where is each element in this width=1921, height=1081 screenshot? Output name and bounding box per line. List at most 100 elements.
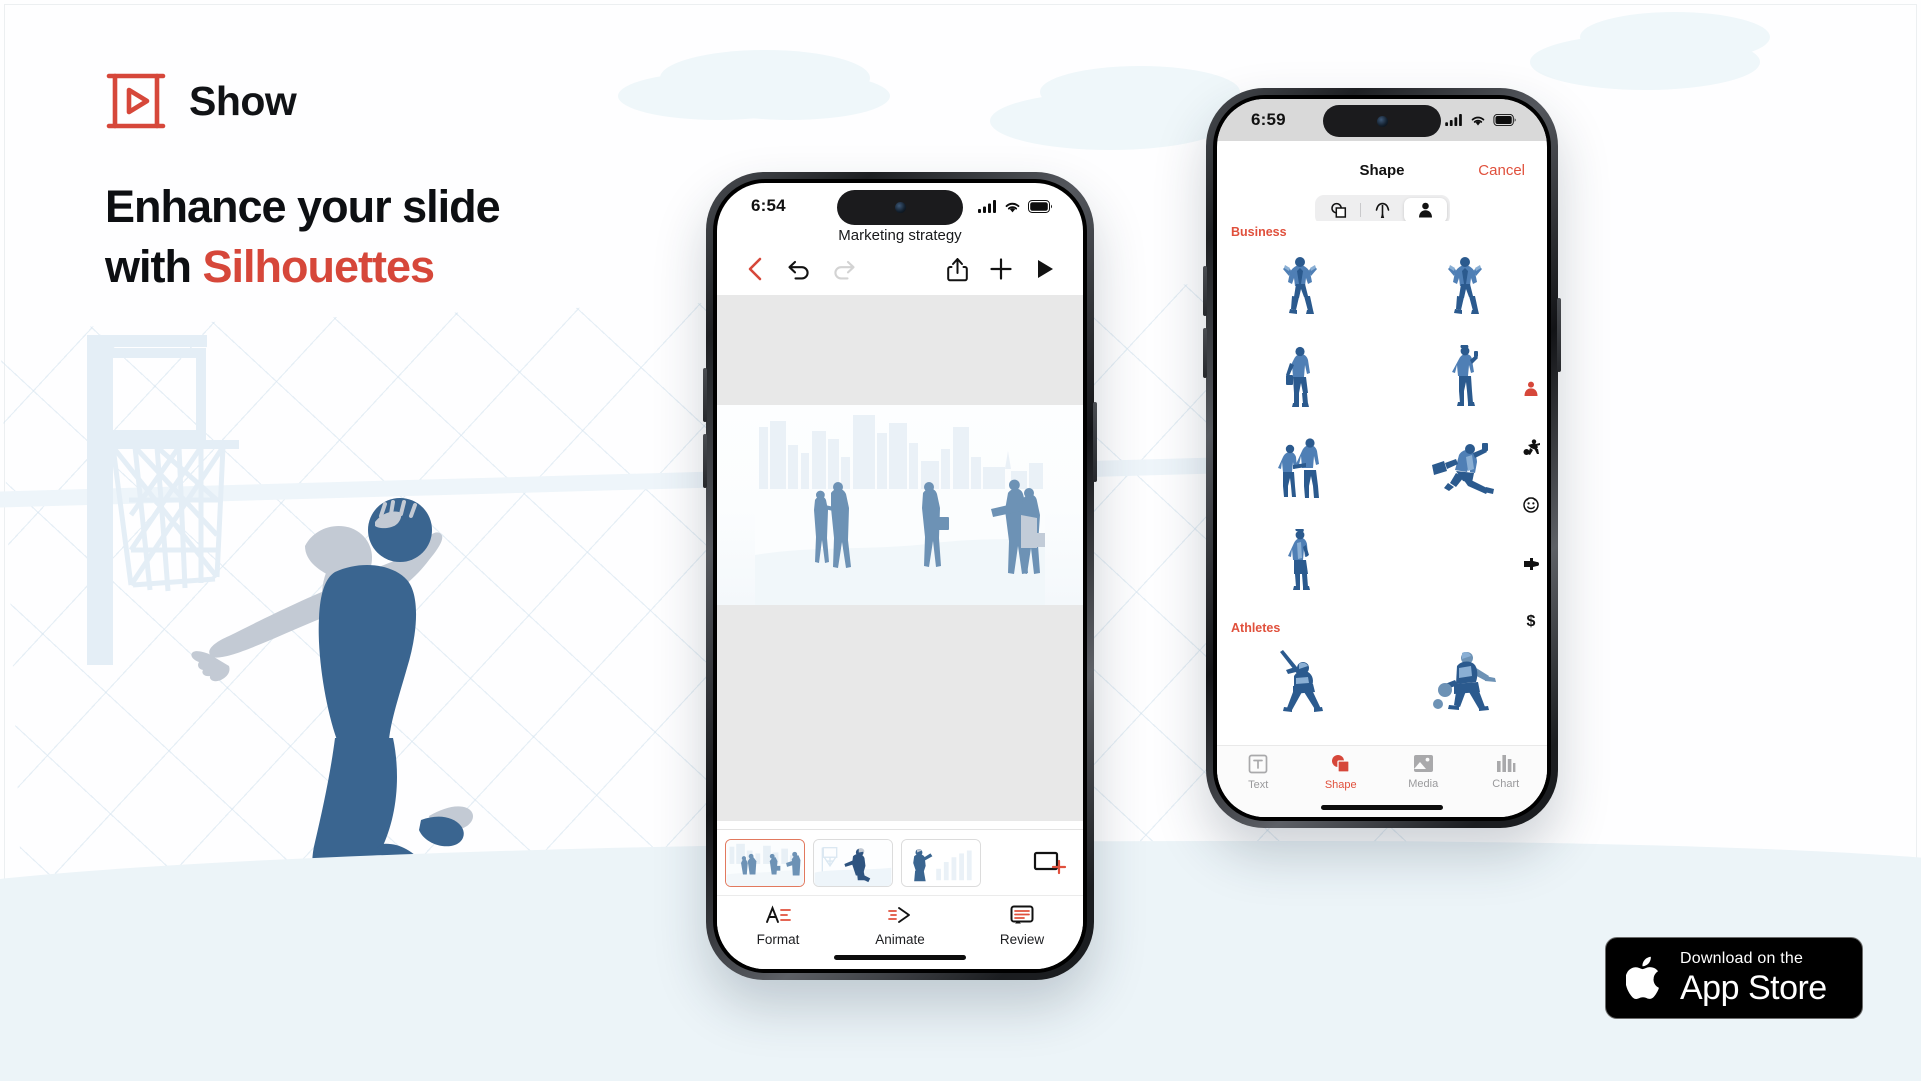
cloud-shape — [690, 72, 890, 120]
tab-text-label: Text — [1248, 779, 1269, 791]
headline-line-2: with Silhouettes — [105, 237, 665, 297]
shape-item-silhouette-standing-briefcase-man[interactable] — [1217, 331, 1382, 423]
slide-filmstrip[interactable] — [717, 829, 1083, 895]
shape-picker-title: Shape — [1359, 161, 1405, 179]
app-store-small-text: Download on the — [1680, 950, 1804, 967]
index-money-icon[interactable]: $ — [1525, 612, 1537, 629]
shape-item-silhouette-baseball-batter[interactable] — [1217, 635, 1382, 727]
slide-thumbnail-business[interactable] — [725, 838, 805, 887]
cloud-shape — [1040, 66, 1240, 118]
phone-right-volume-down[interactable] — [1203, 328, 1207, 378]
home-indicator[interactable] — [834, 955, 966, 960]
shape-grid-business — [1217, 239, 1547, 607]
animate-icon — [888, 907, 910, 923]
status-bar-left: 6:54 — [717, 183, 1083, 229]
signal-bars-icon — [1445, 114, 1462, 126]
dynamic-island — [1323, 105, 1441, 137]
back-button[interactable] — [733, 249, 777, 289]
page-title: Enhance your slide with Silhouettes — [105, 177, 665, 298]
app-store-badge[interactable]: Download on the App Store — [1605, 937, 1863, 1019]
shape-item-silhouette-standing-woman[interactable] — [1217, 515, 1382, 607]
wifi-icon — [1471, 116, 1485, 126]
dynamic-island — [837, 190, 963, 225]
phone-left-power[interactable] — [1093, 402, 1097, 482]
basketball-player-silhouette — [191, 498, 473, 893]
index-business-icon[interactable] — [1523, 381, 1539, 397]
status-time: 6:54 — [751, 196, 786, 215]
apple-logo-icon — [1626, 956, 1659, 1000]
index-faces-icon[interactable] — [1523, 497, 1539, 513]
segment-lines[interactable] — [1361, 198, 1404, 223]
battery-icon — [1493, 114, 1516, 126]
phone-left-volume-down[interactable] — [703, 434, 707, 488]
tab-media[interactable]: Media — [1382, 754, 1465, 790]
slide-thumbnail-chart[interactable] — [901, 838, 981, 887]
tab-animate[interactable]: Animate — [839, 905, 961, 947]
document-title: Marketing strategy — [838, 227, 962, 244]
headline-line-1: Enhance your slide — [105, 181, 501, 232]
signal-bars-icon — [978, 199, 996, 213]
front-camera-icon — [1376, 115, 1388, 127]
tab-animate-label: Animate — [875, 932, 925, 947]
status-bar-right: 6:59 — [1217, 99, 1547, 141]
tab-media-label: Media — [1408, 778, 1439, 790]
tab-format[interactable]: Format — [717, 905, 839, 947]
phone-right-screen: 6:59 Shape Cancel Business Athletes $ Te… — [1217, 99, 1547, 817]
shape-item-silhouette-celebrating-man-1[interactable] — [1217, 239, 1382, 331]
image-icon — [1413, 755, 1433, 772]
shape-item-silhouette-two-people-talking[interactable] — [1217, 423, 1382, 515]
cloud-shape — [1580, 12, 1770, 62]
brand-row: Show — [105, 70, 665, 132]
index-hands-icon[interactable] — [1523, 555, 1540, 570]
shape-library-scroll[interactable]: Business Athletes $ — [1217, 221, 1547, 745]
headline-line-2-plain: with — [105, 241, 203, 293]
add-slide-button[interactable] — [1033, 846, 1067, 880]
bar-chart-icon — [1496, 755, 1516, 772]
comment-icon — [1010, 905, 1034, 924]
play-button[interactable] — [1023, 249, 1067, 289]
phone-right-volume-up[interactable] — [1203, 266, 1207, 316]
tab-shape[interactable]: Shape — [1300, 754, 1383, 791]
tab-text[interactable]: Text — [1217, 754, 1300, 791]
shapes-filled-icon — [1331, 755, 1350, 773]
category-title-athletes: Athletes — [1231, 621, 1281, 635]
category-index-rail[interactable]: $ — [1518, 381, 1544, 629]
wifi-icon — [1005, 202, 1020, 212]
brand-name: Show — [189, 77, 297, 124]
document-toolbar: Marketing strategy — [717, 227, 1083, 295]
status-time: 6:59 — [1251, 110, 1286, 129]
index-athletes-icon[interactable] — [1523, 439, 1540, 455]
app-store-big-text: App Store — [1680, 969, 1827, 1007]
text-box-icon — [1248, 754, 1268, 774]
poster-stage: Show Enhance your slide with Silhouettes… — [0, 0, 1921, 1081]
segment-shapes[interactable] — [1317, 198, 1360, 223]
current-slide[interactable] — [717, 405, 1083, 605]
tab-review[interactable]: Review — [961, 905, 1083, 947]
phone-right: 6:59 Shape Cancel Business Athletes $ Te… — [1203, 88, 1561, 828]
slide-artwork — [755, 415, 1045, 605]
slide-thumbnail-basketball[interactable] — [813, 838, 893, 887]
headline-line-2-accent: Silhouettes — [202, 241, 435, 293]
tab-chart[interactable]: Chart — [1465, 754, 1548, 790]
phone-left-volume-up[interactable] — [703, 368, 707, 422]
category-title-business: Business — [1231, 225, 1287, 239]
shapes-icon — [1331, 202, 1347, 218]
phone-left-screen: 6:54 Marketing strategy Format Animate R… — [717, 183, 1083, 969]
person-icon — [1419, 202, 1432, 218]
front-camera-icon — [894, 202, 906, 213]
tab-shape-label: Shape — [1324, 779, 1357, 791]
shape-item-silhouette-celebrating-man-2[interactable] — [1382, 239, 1547, 331]
cancel-button[interactable]: Cancel — [1478, 162, 1525, 179]
segment-people[interactable] — [1404, 197, 1447, 223]
undo-button[interactable] — [777, 249, 821, 289]
add-button[interactable] — [979, 249, 1023, 289]
shape-picker-nav: Shape Cancel — [1217, 149, 1547, 191]
slide-canvas[interactable] — [717, 295, 1083, 821]
shape-grid-athletes — [1217, 635, 1547, 727]
share-button[interactable] — [935, 249, 979, 289]
tab-format-label: Format — [756, 932, 800, 947]
shape-item-silhouette-soccer-player[interactable] — [1382, 635, 1547, 727]
home-indicator[interactable] — [1321, 805, 1443, 810]
phone-right-power[interactable] — [1557, 298, 1561, 372]
marketing-copy: Show Enhance your slide with Silhouettes — [105, 70, 665, 298]
